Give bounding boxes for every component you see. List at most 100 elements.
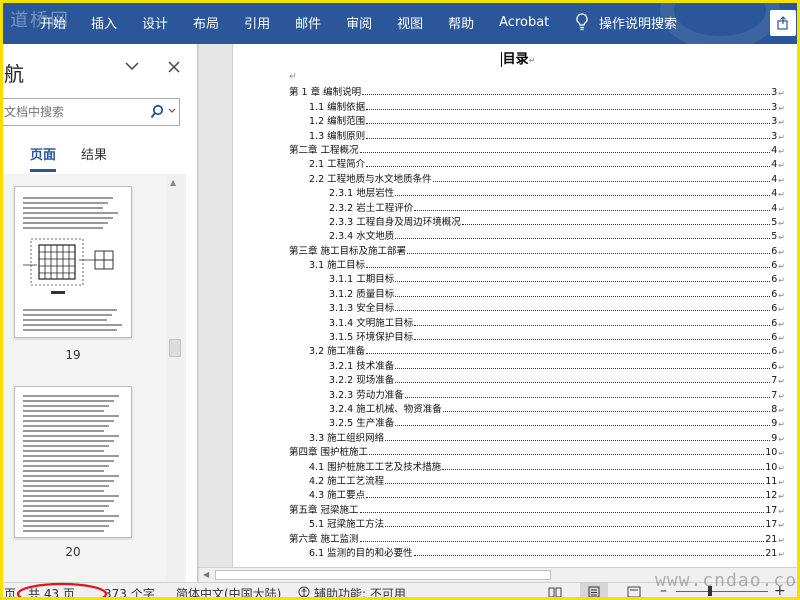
ribbon-tab[interactable]: Acrobat <box>499 15 549 30</box>
zoom-slider[interactable] <box>676 586 768 596</box>
toc-leader-dots <box>362 94 771 96</box>
share-button[interactable] <box>770 10 796 36</box>
ribbon-tab[interactable]: 引用 <box>244 13 270 32</box>
toc-entry[interactable]: 4.3 施工要点 12 ↵ <box>289 487 785 501</box>
ribbon-tab[interactable]: 布局 <box>193 13 219 32</box>
page-thumbnail[interactable] <box>14 186 132 338</box>
ribbon-tab[interactable]: 帮助 <box>448 13 474 32</box>
thumbnail-text-line <box>23 227 103 229</box>
toc-entry[interactable]: 1.2 编制范围 3 ↵ <box>289 113 785 127</box>
page-thumbnails: 19 20 <box>0 174 186 582</box>
ribbon-tab[interactable]: 审阅 <box>346 13 372 32</box>
paragraph-mark: ↵ <box>778 405 785 415</box>
toc-entry[interactable]: 第五章 冠梁施工 17 ↵ <box>289 501 785 516</box>
toc-entry-page: 9 <box>771 418 778 430</box>
toc-entry[interactable]: 3.2.4 施工机械、物资准备 8 ↵ <box>289 401 785 415</box>
scroll-left-icon[interactable]: ◀ <box>203 570 209 579</box>
toc-entry[interactable]: 第三章 施工目标及施工部署 6 ↵ <box>289 242 785 257</box>
toc-entry[interactable]: 3.1.4 文明施工目标 6 ↵ <box>289 314 785 329</box>
toc-entry[interactable]: 2.3.4 水文地质 5 ↵ <box>289 228 785 242</box>
search-icon[interactable] <box>150 104 164 120</box>
paragraph-mark: ↵ <box>778 218 785 228</box>
scroll-thumb[interactable] <box>169 339 181 357</box>
toc-entry[interactable]: 3.2.5 生产准备 9 ↵ <box>289 415 785 429</box>
toc-entry-page: 12 <box>765 490 778 502</box>
toc-entry[interactable]: 3.3 施工组织网络 9 ↵ <box>289 429 785 444</box>
tell-me-search[interactable]: 操作说明搜索 <box>575 0 677 44</box>
web-layout-icon[interactable] <box>627 586 641 598</box>
scroll-up-icon[interactable]: ▲ <box>170 178 176 187</box>
toc-entry-title: 3.1.4 文明施工目标 <box>329 317 414 329</box>
toc-entry[interactable]: 第四章 围护桩施工 10 ↵ <box>289 444 785 458</box>
document-page[interactable]: 目录↵ ↵ 第 1 章 编制说明 3 ↵ 1.1 编制依据 3 ↵ 1.2 编制范围 3 ↵ 1.… <box>232 44 800 567</box>
toc-leader-dots <box>369 454 765 456</box>
search-options-chevron-icon[interactable] <box>168 108 176 114</box>
accessibility-icon <box>298 586 310 598</box>
toc-entry-page: 3 <box>771 130 778 142</box>
word-count[interactable]: 373 个字 <box>104 585 155 600</box>
toc-entry-page: 10 <box>765 447 778 459</box>
chevron-down-icon[interactable] <box>124 60 140 72</box>
page-thumbnail[interactable] <box>14 386 132 538</box>
toc-entry[interactable]: 3.2.2 现场准备 7 ↵ <box>289 372 785 386</box>
toc-entry-page: 3 <box>771 116 778 128</box>
read-mode-icon[interactable] <box>548 586 562 598</box>
paragraph-mark: ↵ <box>778 262 785 272</box>
toc-entry[interactable]: 第六章 施工监测 21 ↵ <box>289 530 785 545</box>
toc-entry[interactable]: 1.1 编制依据 3 ↵ <box>289 98 785 113</box>
toc-entry[interactable]: 2.3.2 岩土工程评价 4 ↵ <box>289 199 785 214</box>
ribbon-tab[interactable]: 视图 <box>397 13 423 32</box>
horizontal-scroll-thumb[interactable] <box>215 570 551 580</box>
nav-scrollbar[interactable]: ▲ <box>166 174 184 582</box>
thumbnail-text-line <box>23 405 109 407</box>
toc-entry[interactable]: 1.3 编制原则 3 ↵ <box>289 127 785 142</box>
paragraph-mark: ↵ <box>778 146 785 156</box>
toc-entry[interactable]: 3.1 施工目标 6 ↵ <box>289 257 785 271</box>
toc-entry[interactable]: 3.2.1 技术准备 6 ↵ <box>289 357 785 372</box>
toc-leader-dots <box>395 382 771 384</box>
toc-entry-title: 3.1.5 环境保护目标 <box>329 332 414 344</box>
table-of-contents: 第 1 章 编制说明 3 ↵ 1.1 编制依据 3 ↵ 1.2 编制范围 3 ↵ 1.3 编制原则… <box>289 84 785 559</box>
toc-entry-page: 6 <box>771 274 778 286</box>
toc-entry[interactable]: 3.2 施工准备 6 ↵ <box>289 343 785 357</box>
tab-pages[interactable]: 页面 <box>30 144 57 172</box>
toc-entry[interactable]: 3.2.3 劳动力准备 7 ↵ <box>289 386 785 401</box>
paragraph-mark: ↵ <box>778 276 785 286</box>
ribbon-tab[interactable]: 邮件 <box>295 13 321 32</box>
toc-entry[interactable]: 第二章 工程概况 4 ↵ <box>289 142 785 156</box>
toc-entry[interactable]: 3.1.2 质量目标 6 ↵ <box>289 285 785 300</box>
toc-leader-dots <box>366 497 765 499</box>
toc-entry[interactable]: 3.1.5 环境保护目标 6 ↵ <box>289 329 785 343</box>
paragraph-mark: ↵ <box>778 391 785 401</box>
toc-entry[interactable]: 2.2 工程地质与水文地质条件 4 ↵ <box>289 170 785 185</box>
toc-entry[interactable]: 2.1 工程简介 4 ↵ <box>289 156 785 170</box>
tab-results[interactable]: 结果 <box>81 144 107 172</box>
toc-entry-title: 第五章 冠梁施工 <box>289 504 359 516</box>
language-indicator[interactable]: 简体中文(中国大陆) <box>176 585 281 600</box>
paragraph-mark: ↵ <box>778 477 785 487</box>
toc-entry[interactable]: 3.1.1 工期目标 6 ↵ <box>289 271 785 285</box>
ribbon-tab[interactable]: 设计 <box>142 13 168 32</box>
toc-entry[interactable]: 3.1.3 安全目标 6 ↵ <box>289 300 785 314</box>
ribbon-tab[interactable]: 开始 <box>40 13 66 32</box>
nav-search-input[interactable] <box>0 99 140 125</box>
close-icon[interactable] <box>167 60 181 74</box>
toc-entry[interactable]: 2.3.3 工程自身及周边环境概况 5 ↵ <box>289 214 785 228</box>
toc-entry-title: 3.2.4 施工机械、物资准备 <box>329 403 442 415</box>
ribbon-tab[interactable]: 插入 <box>91 13 117 32</box>
toc-entry[interactable]: 2.3.1 地层岩性 4 ↵ <box>289 185 785 199</box>
print-layout-button[interactable] <box>580 583 608 600</box>
toc-leader-dots <box>366 108 771 110</box>
paragraph-mark: ↵ <box>778 190 785 200</box>
toc-entry[interactable]: 4.2 施工工艺流程 11 ↵ <box>289 473 785 487</box>
toc-entry[interactable]: 4.1 围护桩施工工艺及技术措施 10 ↵ <box>289 458 785 473</box>
toc-entry-title: 3.1.3 安全目标 <box>329 303 395 315</box>
accessibility-status[interactable]: 辅助功能: 不可用 <box>314 585 406 600</box>
toc-entry[interactable]: 6.1 监测的目的和必要性 21 ↵ <box>289 545 785 559</box>
toc-entry[interactable]: 第 1 章 编制说明 3 ↵ <box>289 84 785 98</box>
toc-entry-page: 7 <box>771 389 778 401</box>
thumbnail-text-line <box>23 324 122 326</box>
toc-entry-title: 1.1 编制依据 <box>309 101 366 113</box>
toc-entry-page: 21 <box>765 533 778 545</box>
toc-entry[interactable]: 5.1 冠梁施工方法 17 ↵ <box>289 516 785 530</box>
